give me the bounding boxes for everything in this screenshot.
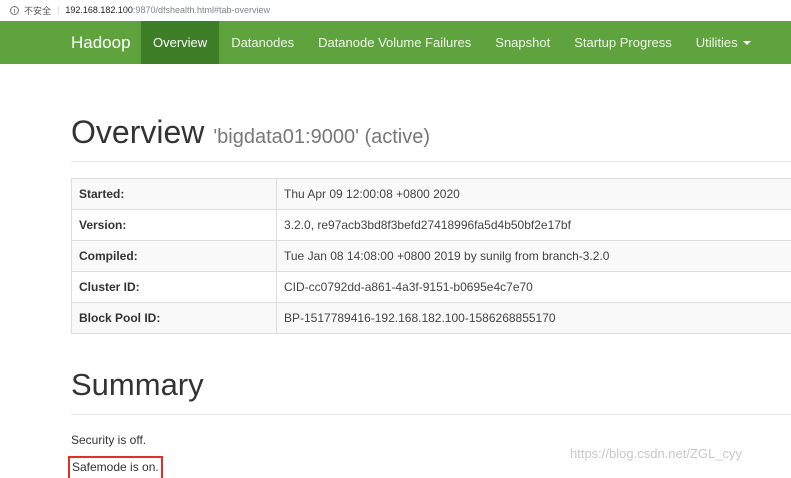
table-row: Block Pool ID: BP-1517789416-192.168.182… — [72, 303, 791, 334]
address-separator: | — [57, 5, 59, 15]
row-key: Version: — [72, 210, 277, 241]
nav-utilities-dropdown[interactable]: Utilities — [684, 21, 763, 64]
security-status: Security is off. — [71, 433, 791, 447]
table-row: Started: Thu Apr 09 12:00:08 +0800 2020 — [72, 179, 791, 210]
insecure-label: 不安全 — [24, 4, 51, 17]
row-value: Thu Apr 09 12:00:08 +0800 2020 — [277, 179, 791, 210]
row-key: Cluster ID: — [72, 272, 277, 303]
brand-logo[interactable]: Hadoop — [0, 21, 141, 64]
nav-startup-progress[interactable]: Startup Progress — [562, 21, 684, 64]
row-value: CID-cc0792dd-a861-4a3f-9151-b0695e4c7e70 — [277, 272, 791, 303]
nav-utilities-label: Utilities — [696, 35, 738, 50]
nav-datanodes[interactable]: Datanodes — [219, 21, 306, 64]
row-key: Compiled: — [72, 241, 277, 272]
summary-title: Summary — [71, 368, 791, 402]
row-value: BP-1517789416-192.168.182.100-1586268855… — [277, 303, 791, 334]
address-host[interactable]: 192.168.182.100 — [65, 5, 133, 15]
address-path[interactable]: :9870/dfshealth.html#tab-overview — [133, 5, 270, 15]
chevron-down-icon — [743, 41, 751, 45]
row-value: 3.2.0, re97acb3bd8f3befd27418996fa5d4b50… — [277, 210, 791, 241]
safemode-status: Safemode is on. — [68, 456, 163, 478]
nav-overview[interactable]: Overview — [141, 21, 219, 64]
watermark: https://blog.csdn.net/ZGL_cyy — [570, 446, 742, 461]
table-row: Version: 3.2.0, re97acb3bd8f3befd2741899… — [72, 210, 791, 241]
nav-datanode-volume-failures[interactable]: Datanode Volume Failures — [306, 21, 483, 64]
info-icon[interactable]: i — [10, 6, 19, 15]
address-bar[interactable]: i 不安全 | 192.168.182.100 :9870/dfshealth.… — [0, 0, 791, 20]
row-key: Started: — [72, 179, 277, 210]
namenode-subtitle: 'bigdata01:9000' (active) — [213, 126, 430, 149]
overview-table: Started: Thu Apr 09 12:00:08 +0800 2020 … — [71, 178, 791, 334]
row-key: Block Pool ID: — [72, 303, 277, 334]
main-content: Overview 'bigdata01:9000' (active) Start… — [71, 64, 791, 447]
overview-header: Overview 'bigdata01:9000' (active) — [71, 115, 791, 162]
table-row: Compiled: Tue Jan 08 14:08:00 +0800 2019… — [72, 241, 791, 272]
row-value: Tue Jan 08 14:08:00 +0800 2019 by sunilg… — [277, 241, 791, 272]
nav-snapshot[interactable]: Snapshot — [483, 21, 562, 64]
table-row: Cluster ID: CID-cc0792dd-a861-4a3f-9151-… — [72, 272, 791, 303]
page-title: Overview — [71, 115, 204, 149]
summary-header: Summary — [71, 368, 791, 415]
top-navbar: Hadoop Overview Datanodes Datanode Volum… — [0, 21, 791, 64]
